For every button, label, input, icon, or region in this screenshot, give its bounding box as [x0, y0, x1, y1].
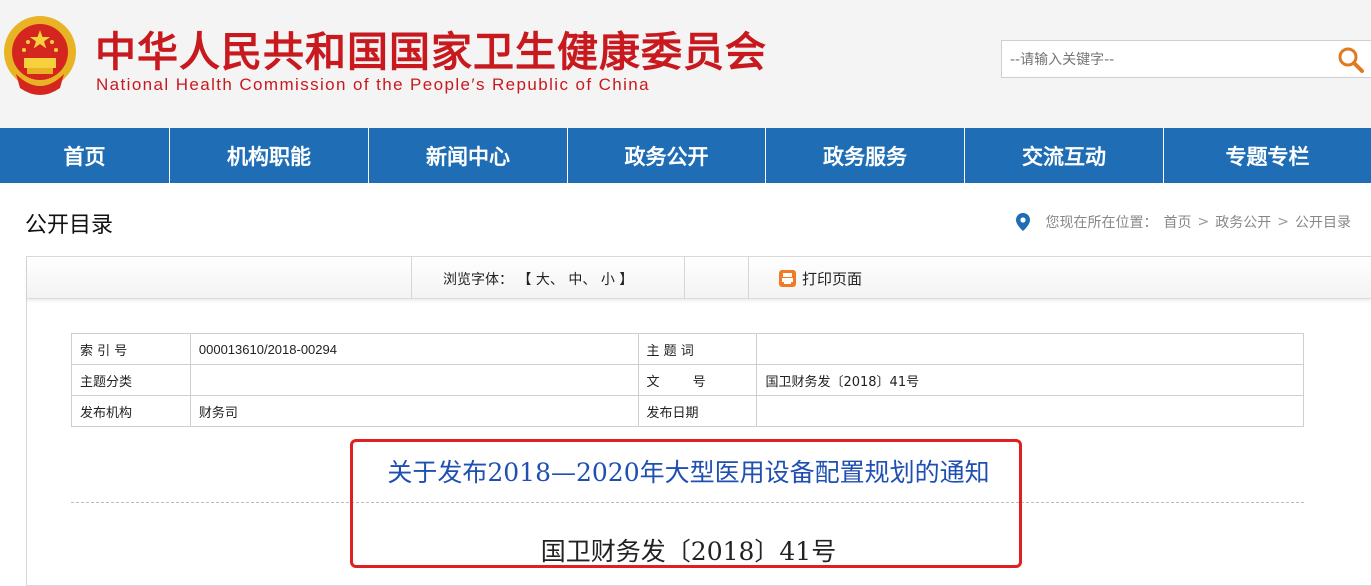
- nav-item-topics[interactable]: 专题专栏: [1164, 128, 1371, 183]
- meta-value: 财务司: [189, 395, 639, 427]
- printer-icon: [779, 270, 796, 287]
- toolbar-divider: [411, 257, 412, 299]
- breadcrumb: 您现在所在位置： 首页 > 政务公开 > 公开目录: [1015, 212, 1351, 232]
- table-row: 发布机构 财务司 发布日期: [71, 395, 1304, 427]
- search-box: [1001, 40, 1371, 78]
- metadata-table: 索 引 号 000013610/2018-00294 主 题 词 主题分类 文 …: [71, 333, 1304, 427]
- meta-value: 国卫财务发〔2018〕41号: [756, 364, 1304, 396]
- nav-item-institutions[interactable]: 机构职能: [170, 128, 369, 183]
- site-title[interactable]: 中华人民共和国国家卫生健康委员会: [95, 18, 767, 78]
- highlight-annotation: [350, 439, 1022, 568]
- bracket-close: 】: [619, 272, 634, 288]
- bracket-open: 【: [517, 272, 532, 288]
- font-size-large[interactable]: 大: [536, 272, 550, 288]
- breadcrumb-prefix: 您现在所在位置：: [1045, 215, 1158, 231]
- nav-item-home[interactable]: 首页: [0, 128, 170, 183]
- font-size-control: 浏览字体： 【 大、 中、 小 】: [443, 272, 634, 288]
- meta-key: 发布机构: [71, 395, 191, 427]
- toolbar-divider: [748, 257, 749, 299]
- font-size-label: 浏览字体：: [443, 272, 513, 288]
- nav-item-interaction[interactable]: 交流互动: [965, 128, 1164, 183]
- page-title: 公开目录: [25, 213, 114, 238]
- breadcrumb-item-government-affairs[interactable]: 政务公开: [1215, 212, 1271, 232]
- font-size-small[interactable]: 小: [601, 272, 615, 288]
- meta-key: 主题分类: [71, 364, 191, 396]
- print-button[interactable]: 打印页面: [779, 268, 862, 289]
- breadcrumb-separator: >: [1277, 214, 1289, 230]
- search-icon[interactable]: [1336, 45, 1366, 75]
- meta-value: [756, 333, 1304, 365]
- toolbar-divider: [684, 257, 685, 299]
- nav-item-news[interactable]: 新闻中心: [369, 128, 568, 183]
- meta-value: [756, 395, 1304, 427]
- site-subtitle: National Health Commission of the People…: [96, 75, 650, 94]
- print-label: 打印页面: [802, 270, 863, 288]
- meta-value: 000013610/2018-00294: [189, 333, 639, 365]
- search-input[interactable]: [1010, 50, 1320, 70]
- meta-key: 文 号: [637, 364, 758, 396]
- site-header: 中华人民共和国国家卫生健康委员会 National Health Commiss…: [0, 0, 1371, 128]
- font-size-medium[interactable]: 中: [568, 272, 582, 288]
- table-row: 索 引 号 000013610/2018-00294 主 题 词: [71, 333, 1304, 365]
- location-pin-icon: [1015, 213, 1030, 231]
- meta-key: 主 题 词: [637, 333, 758, 365]
- breadcrumb-item-home[interactable]: 首页: [1164, 212, 1192, 232]
- table-row: 主题分类 文 号 国卫财务发〔2018〕41号: [71, 364, 1304, 396]
- meta-key: 索 引 号: [71, 333, 191, 365]
- breadcrumb-separator: >: [1197, 214, 1210, 230]
- meta-value: [189, 364, 639, 396]
- breadcrumb-item-catalog[interactable]: 公开目录: [1295, 212, 1351, 232]
- meta-key: 发布日期: [637, 395, 758, 427]
- toolbar: 浏览字体： 【 大、 中、 小 】 打印页面: [27, 257, 1371, 299]
- main-nav: 首页 机构职能 新闻中心 政务公开 政务服务 交流互动 专题专栏: [0, 128, 1371, 183]
- national-emblem-icon[interactable]: [2, 12, 78, 98]
- nav-item-government-affairs[interactable]: 政务公开: [568, 128, 766, 183]
- nav-item-services[interactable]: 政务服务: [766, 128, 965, 183]
